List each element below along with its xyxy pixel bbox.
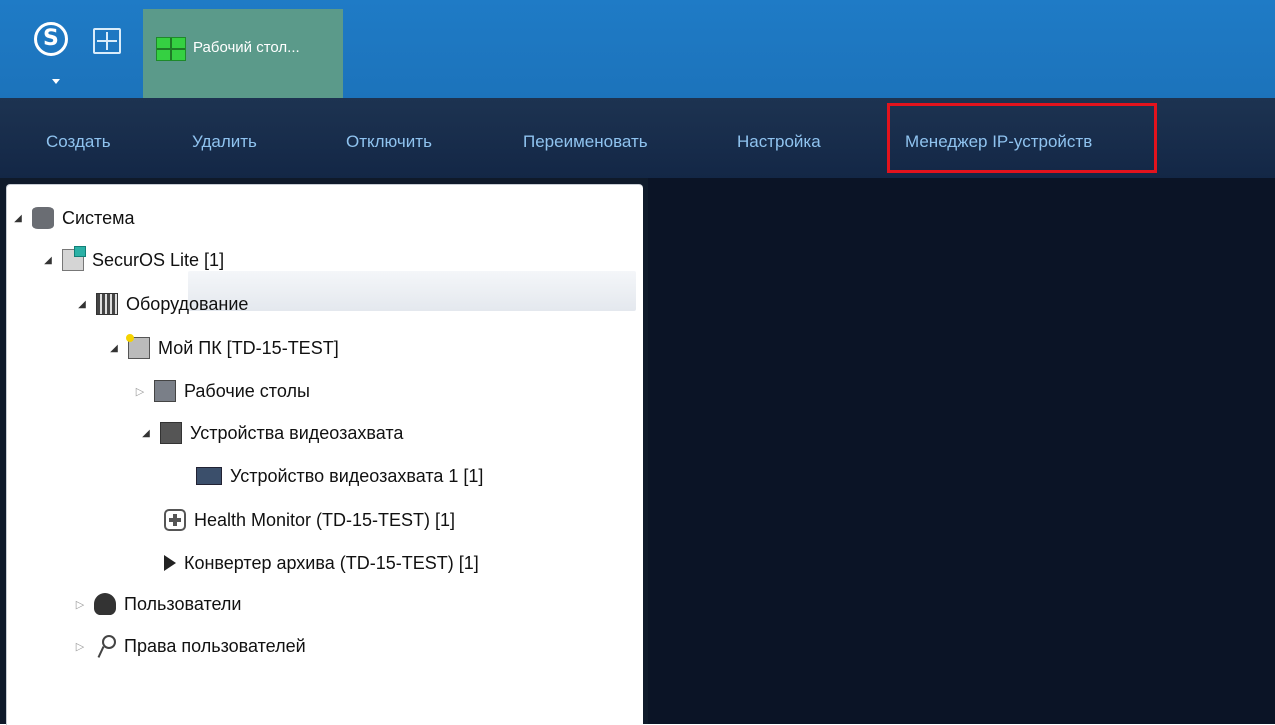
tree-node-server[interactable]: ◢ SecurOS Lite [1] [42, 245, 224, 275]
caret-down-icon[interactable] [52, 79, 60, 84]
highlight-frame [887, 103, 1157, 173]
expanded-arrow-icon[interactable]: ◢ [140, 428, 152, 439]
computer-icon [126, 334, 150, 359]
desktop-tab[interactable]: Рабочий стол... [143, 9, 343, 98]
grid-layout-icon[interactable] [93, 28, 121, 54]
tree-node-label: Мой ПК [TD-15-TEST] [158, 337, 339, 358]
tree-node-system[interactable]: ◢ Система [12, 203, 135, 233]
securos-logo-button[interactable]: S [34, 22, 68, 56]
tree-node-label: Устройство видеозахвата 1 [1] [230, 465, 484, 486]
tree-node-desktops[interactable]: ▷ Рабочие столы [134, 376, 310, 406]
expanded-arrow-icon[interactable]: ◢ [42, 255, 54, 266]
tree-node-users[interactable]: ▷ Пользователи [74, 589, 241, 619]
create-button[interactable]: Создать [46, 132, 111, 152]
selected-row-highlight [188, 271, 636, 311]
tree-node-label: Рабочие столы [184, 380, 310, 401]
expanded-arrow-icon[interactable]: ◢ [108, 343, 120, 354]
tree-node-label: Устройства видеозахвата [190, 422, 404, 443]
delete-button[interactable]: Удалить [192, 132, 257, 152]
rename-button[interactable]: Переименовать [523, 132, 648, 152]
capture-device-icon [196, 467, 222, 485]
disable-button[interactable]: Отключить [346, 132, 432, 152]
capture-device-icon [160, 422, 182, 444]
expanded-arrow-icon[interactable]: ◢ [76, 299, 88, 310]
desktop-grid-icon [156, 37, 186, 61]
tree-node-my-pc[interactable]: ◢ Мой ПК [TD-15-TEST] [108, 333, 339, 363]
tree-node-archive-converter[interactable]: Конвертер архива (TD-15-TEST) [1] [160, 548, 479, 578]
collapsed-arrow-icon[interactable]: ▷ [74, 598, 86, 611]
tree-node-label: Система [62, 207, 135, 228]
settings-button[interactable]: Настройка [737, 132, 821, 152]
tree-node-capture-device-1[interactable]: Устройство видеозахвата 1 [1] [196, 461, 483, 491]
tree-node-label: SecurOS Lite [1] [92, 249, 225, 270]
tree-node-capture-devices[interactable]: ◢ Устройства видеозахвата [140, 418, 403, 448]
tree-node-user-rights[interactable]: ▷ Права пользователей [74, 631, 306, 661]
expanded-arrow-icon[interactable]: ◢ [12, 213, 24, 224]
play-icon [164, 555, 176, 571]
collapsed-arrow-icon[interactable]: ▷ [74, 640, 86, 653]
database-icon [32, 207, 54, 229]
collapsed-arrow-icon[interactable]: ▷ [134, 385, 146, 398]
tree-node-label: Конвертер архива (TD-15-TEST) [1] [184, 552, 479, 573]
main-view-area [648, 178, 1275, 724]
tree-node-label: Права пользователей [124, 635, 306, 656]
health-monitor-icon [164, 509, 186, 531]
users-icon [94, 593, 116, 615]
taskbar: S Рабочий стол... [0, 0, 1275, 98]
key-icon [94, 635, 116, 657]
server-icon [62, 246, 86, 271]
desktops-icon [154, 380, 176, 402]
hardware-rack-icon [96, 293, 118, 315]
tree-node-label: Оборудование [126, 293, 249, 314]
tree-node-hardware[interactable]: ◢ Оборудование [76, 289, 248, 319]
tree-node-label: Health Monitor (TD-15-TEST) [1] [194, 509, 456, 530]
tree-node-health-monitor[interactable]: Health Monitor (TD-15-TEST) [1] [164, 505, 455, 535]
tree-node-label: Пользователи [124, 593, 242, 614]
desktop-tab-label: Рабочий стол... [193, 39, 300, 56]
logo-letter: S [43, 26, 59, 51]
